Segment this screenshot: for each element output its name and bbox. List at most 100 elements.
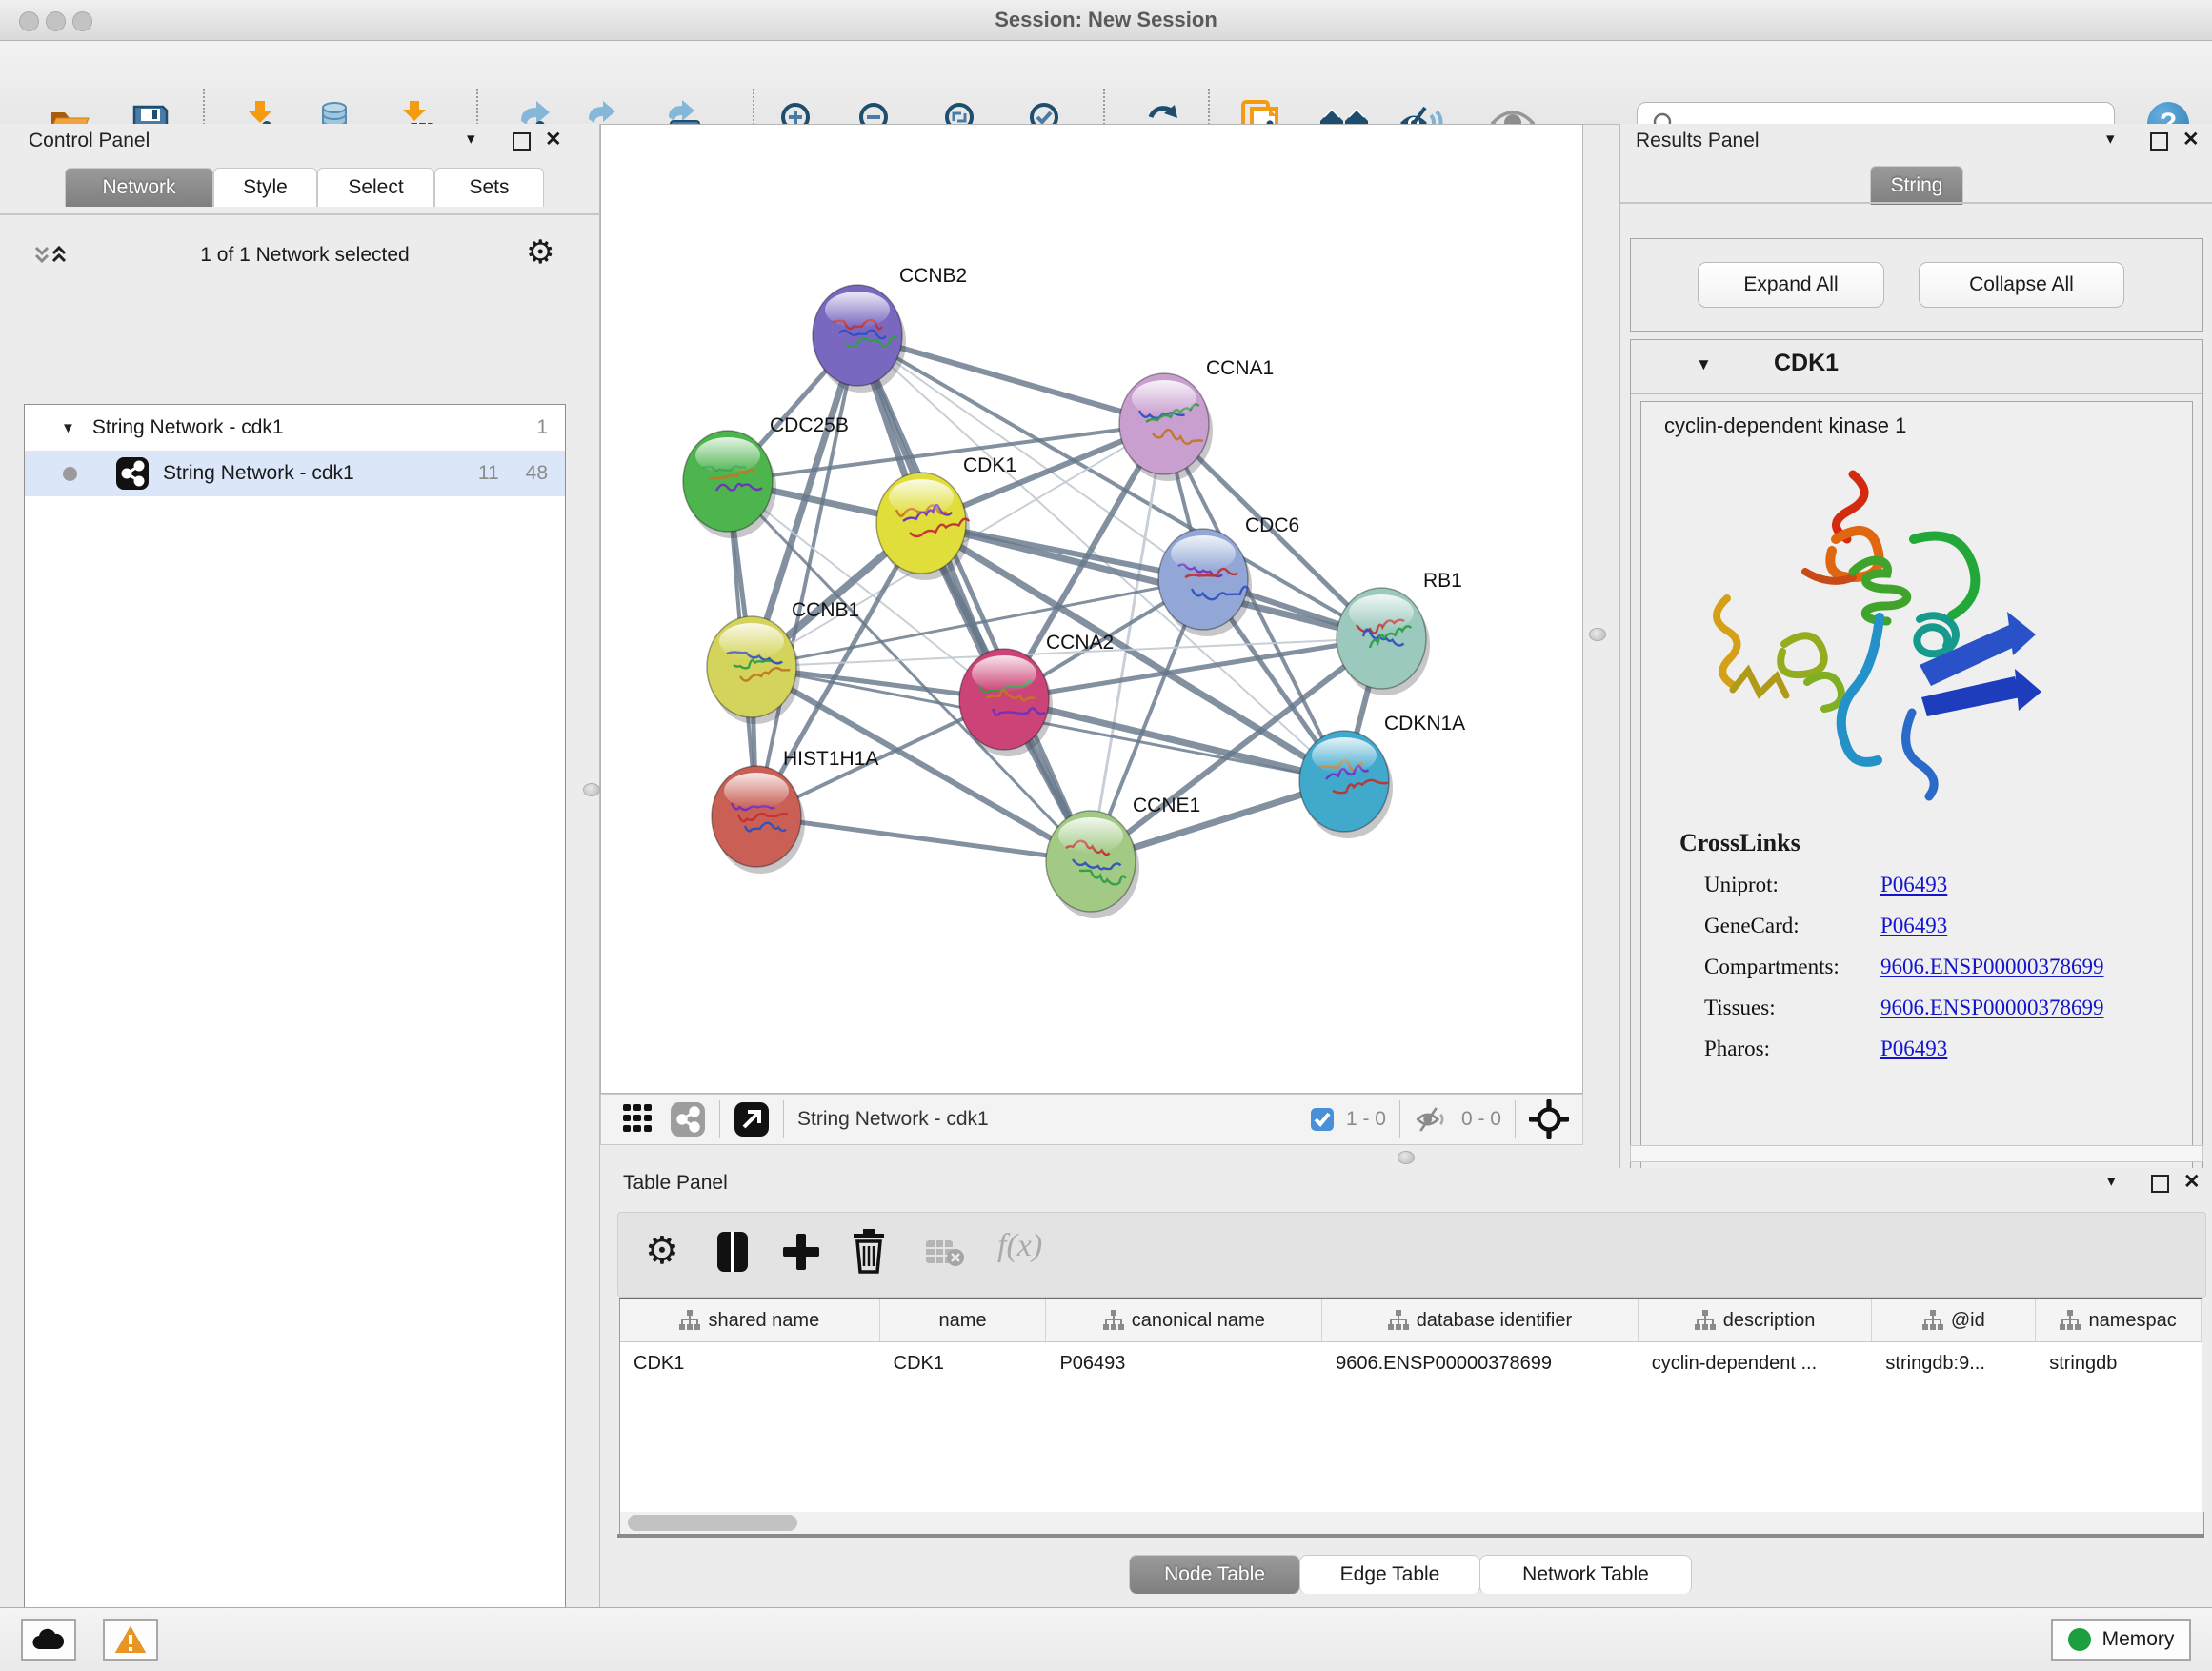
- selected-checkbox-icon[interactable]: [1310, 1107, 1335, 1132]
- hidden-eye-slash-icon: [1414, 1105, 1452, 1134]
- network-options-gear-icon[interactable]: ⚙: [526, 236, 554, 269]
- results-hscrollbar[interactable]: [1630, 1145, 2203, 1162]
- left-splitter-handle[interactable]: [583, 783, 600, 796]
- table-panel-float-icon[interactable]: ▾: [2107, 1172, 2116, 1191]
- table-hscrollbar[interactable]: [619, 1512, 2204, 1534]
- table-cell[interactable]: P06493: [1046, 1342, 1322, 1384]
- column-header-database-identifier[interactable]: database identifier: [1322, 1299, 1639, 1341]
- control-panel: Control Panel ▾ ✕ NetworkStyleSelectSets…: [0, 124, 600, 1607]
- table-cell[interactable]: CDK1: [620, 1342, 880, 1384]
- tab-sets[interactable]: Sets: [434, 168, 544, 207]
- crosslink-link[interactable]: P06493: [1880, 873, 1947, 897]
- tab-node-table[interactable]: Node Table: [1129, 1555, 1300, 1594]
- node-CDKN1A[interactable]: CDKN1A: [1299, 713, 1465, 838]
- crosslink-link[interactable]: 9606.ENSP00000378699: [1880, 955, 2104, 979]
- crosslink-link[interactable]: 9606.ENSP00000378699: [1880, 996, 2104, 1020]
- column-header-description[interactable]: description: [1639, 1299, 1873, 1341]
- tab-network-table[interactable]: Network Table: [1479, 1555, 1692, 1594]
- column-header-@id[interactable]: @id: [1872, 1299, 2036, 1341]
- column-header-label: namespac: [2088, 1310, 2176, 1332]
- cloud-button[interactable]: [21, 1619, 76, 1661]
- node-CCNB2[interactable]: CCNB2: [813, 265, 967, 393]
- crosslinks-heading: CrossLinks: [1679, 829, 1800, 857]
- results-panel-close-icon[interactable]: ✕: [2182, 128, 2200, 151]
- collapse-all-button[interactable]: Collapse All: [1919, 262, 2124, 308]
- tab-select[interactable]: Select: [317, 168, 434, 207]
- node-CDC25B[interactable]: CDC25B: [683, 414, 849, 538]
- table-cell[interactable]: stringdb: [2036, 1342, 2202, 1384]
- protein-structure-image: [1693, 457, 2074, 810]
- edge-CCNB2-CCNE1[interactable]: [857, 335, 1091, 861]
- edge-CCNB2-HIST1H1A[interactable]: [756, 335, 857, 816]
- crosslinks-list: Uniprot:P06493GeneCard:P06493Compartment…: [1704, 873, 2171, 1077]
- expand-all-button[interactable]: Expand All: [1698, 262, 1884, 308]
- gene-section-header[interactable]: ▼ CDK1: [1631, 340, 2202, 394]
- create-column-plus-icon[interactable]: [782, 1232, 820, 1272]
- column-type-icon: [2060, 1310, 2081, 1331]
- column-header-label: name: [939, 1310, 987, 1332]
- control-panel-float-icon[interactable]: ▾: [467, 130, 475, 149]
- column-header-name[interactable]: name: [880, 1299, 1047, 1341]
- network-row-selected[interactable]: String Network - cdk1 11 48: [25, 451, 565, 496]
- control-panel-maximize-icon[interactable]: [513, 132, 531, 151]
- gene-description: cyclin-dependent kinase 1: [1664, 413, 1906, 438]
- network-edge-count: 48: [526, 462, 548, 485]
- results-panel-maximize-icon[interactable]: [2150, 132, 2168, 151]
- crosslink-label: Uniprot:: [1704, 873, 1880, 897]
- node-HIST1H1A[interactable]: HIST1H1A: [712, 748, 878, 874]
- open-in-browser-icon[interactable]: [734, 1101, 770, 1137]
- string-panel-toggle-icon[interactable]: [670, 1101, 706, 1137]
- table-panel-maximize-icon[interactable]: [2151, 1175, 2169, 1193]
- show-columns-icon[interactable]: [715, 1230, 750, 1274]
- node-table: shared name name canonical namedatabase id…: [619, 1298, 2202, 1534]
- crosslink-link[interactable]: P06493: [1880, 914, 1947, 938]
- table-hscrollbar-thumb[interactable]: [628, 1515, 797, 1531]
- node-CCNB1[interactable]: CCNB1: [707, 599, 859, 724]
- table-cell[interactable]: stringdb:9...: [1872, 1342, 2036, 1384]
- memory-label: Memory: [2102, 1628, 2175, 1651]
- control-panel-title: Control Panel: [29, 130, 150, 152]
- network-collection-row[interactable]: ▼ String Network - cdk1 1: [25, 405, 565, 451]
- network-canvas[interactable]: CCNB2CCNA1CDC25BCDK1CDC6RB1CCNB1CCNA2CDK…: [600, 124, 1583, 1094]
- warnings-button[interactable]: [103, 1619, 158, 1661]
- table-panel-close-icon[interactable]: ✕: [2183, 1170, 2201, 1194]
- delete-column-trash-icon[interactable]: [851, 1228, 887, 1274]
- right-splitter-handle[interactable]: [1589, 628, 1606, 641]
- table-cell[interactable]: 9606.ENSP00000378699: [1322, 1342, 1639, 1384]
- column-header-namespac[interactable]: namespac: [2036, 1299, 2202, 1341]
- results-panel-title: Results Panel: [1636, 130, 1760, 152]
- collection-label: String Network - cdk1: [92, 416, 284, 439]
- birdseye-grid-icon[interactable]: [622, 1103, 654, 1136]
- table-row[interactable]: CDK1CDK1P064939606.ENSP00000378699cyclin…: [620, 1342, 2202, 1384]
- collapse-all-chevron-icon[interactable]: [34, 244, 67, 271]
- window-titlebar: Session: New Session: [0, 0, 2212, 41]
- node-CDC6[interactable]: CDC6: [1158, 514, 1299, 636]
- crosslink-row: Pharos:P06493: [1704, 1037, 2171, 1061]
- bottom-splitter-handle[interactable]: [1398, 1151, 1415, 1164]
- column-header-shared-name[interactable]: shared name: [620, 1299, 880, 1341]
- node-label-RB1: RB1: [1423, 570, 1462, 592]
- center-view-crosshair-icon[interactable]: [1529, 1099, 1569, 1139]
- node-CDK1[interactable]: CDK1: [876, 454, 1016, 580]
- node-CCNA1[interactable]: CCNA1: [1119, 357, 1274, 481]
- column-header-canonical-name[interactable]: canonical name: [1046, 1299, 1322, 1341]
- table-cell[interactable]: CDK1: [880, 1342, 1047, 1384]
- tab-style[interactable]: Style: [213, 168, 317, 207]
- collection-count: 1: [536, 416, 548, 439]
- tab-edge-table[interactable]: Edge Table: [1299, 1555, 1480, 1594]
- control-panel-close-icon[interactable]: ✕: [545, 128, 562, 151]
- tab-string[interactable]: String: [1870, 166, 1963, 205]
- gene-collapse-triangle-icon[interactable]: ▼: [1696, 355, 1712, 374]
- collection-expand-triangle-icon[interactable]: ▼: [61, 420, 75, 436]
- table-settings-gear-icon[interactable]: ⚙: [645, 1230, 679, 1272]
- column-type-icon: [1103, 1310, 1124, 1331]
- crosslink-link[interactable]: P06493: [1880, 1037, 1947, 1061]
- results-panel-float-icon[interactable]: ▾: [2106, 130, 2115, 149]
- edge-HIST1H1A-CCNE1[interactable]: [756, 816, 1091, 861]
- tab-network[interactable]: Network: [65, 168, 213, 207]
- memory-button[interactable]: Memory: [2051, 1619, 2191, 1661]
- table-panel-bottom-border: [617, 1534, 2204, 1538]
- node-RB1[interactable]: RB1: [1337, 570, 1462, 695]
- crosslink-row: Compartments:9606.ENSP00000378699: [1704, 955, 2171, 979]
- table-cell[interactable]: cyclin-dependent ...: [1639, 1342, 1873, 1384]
